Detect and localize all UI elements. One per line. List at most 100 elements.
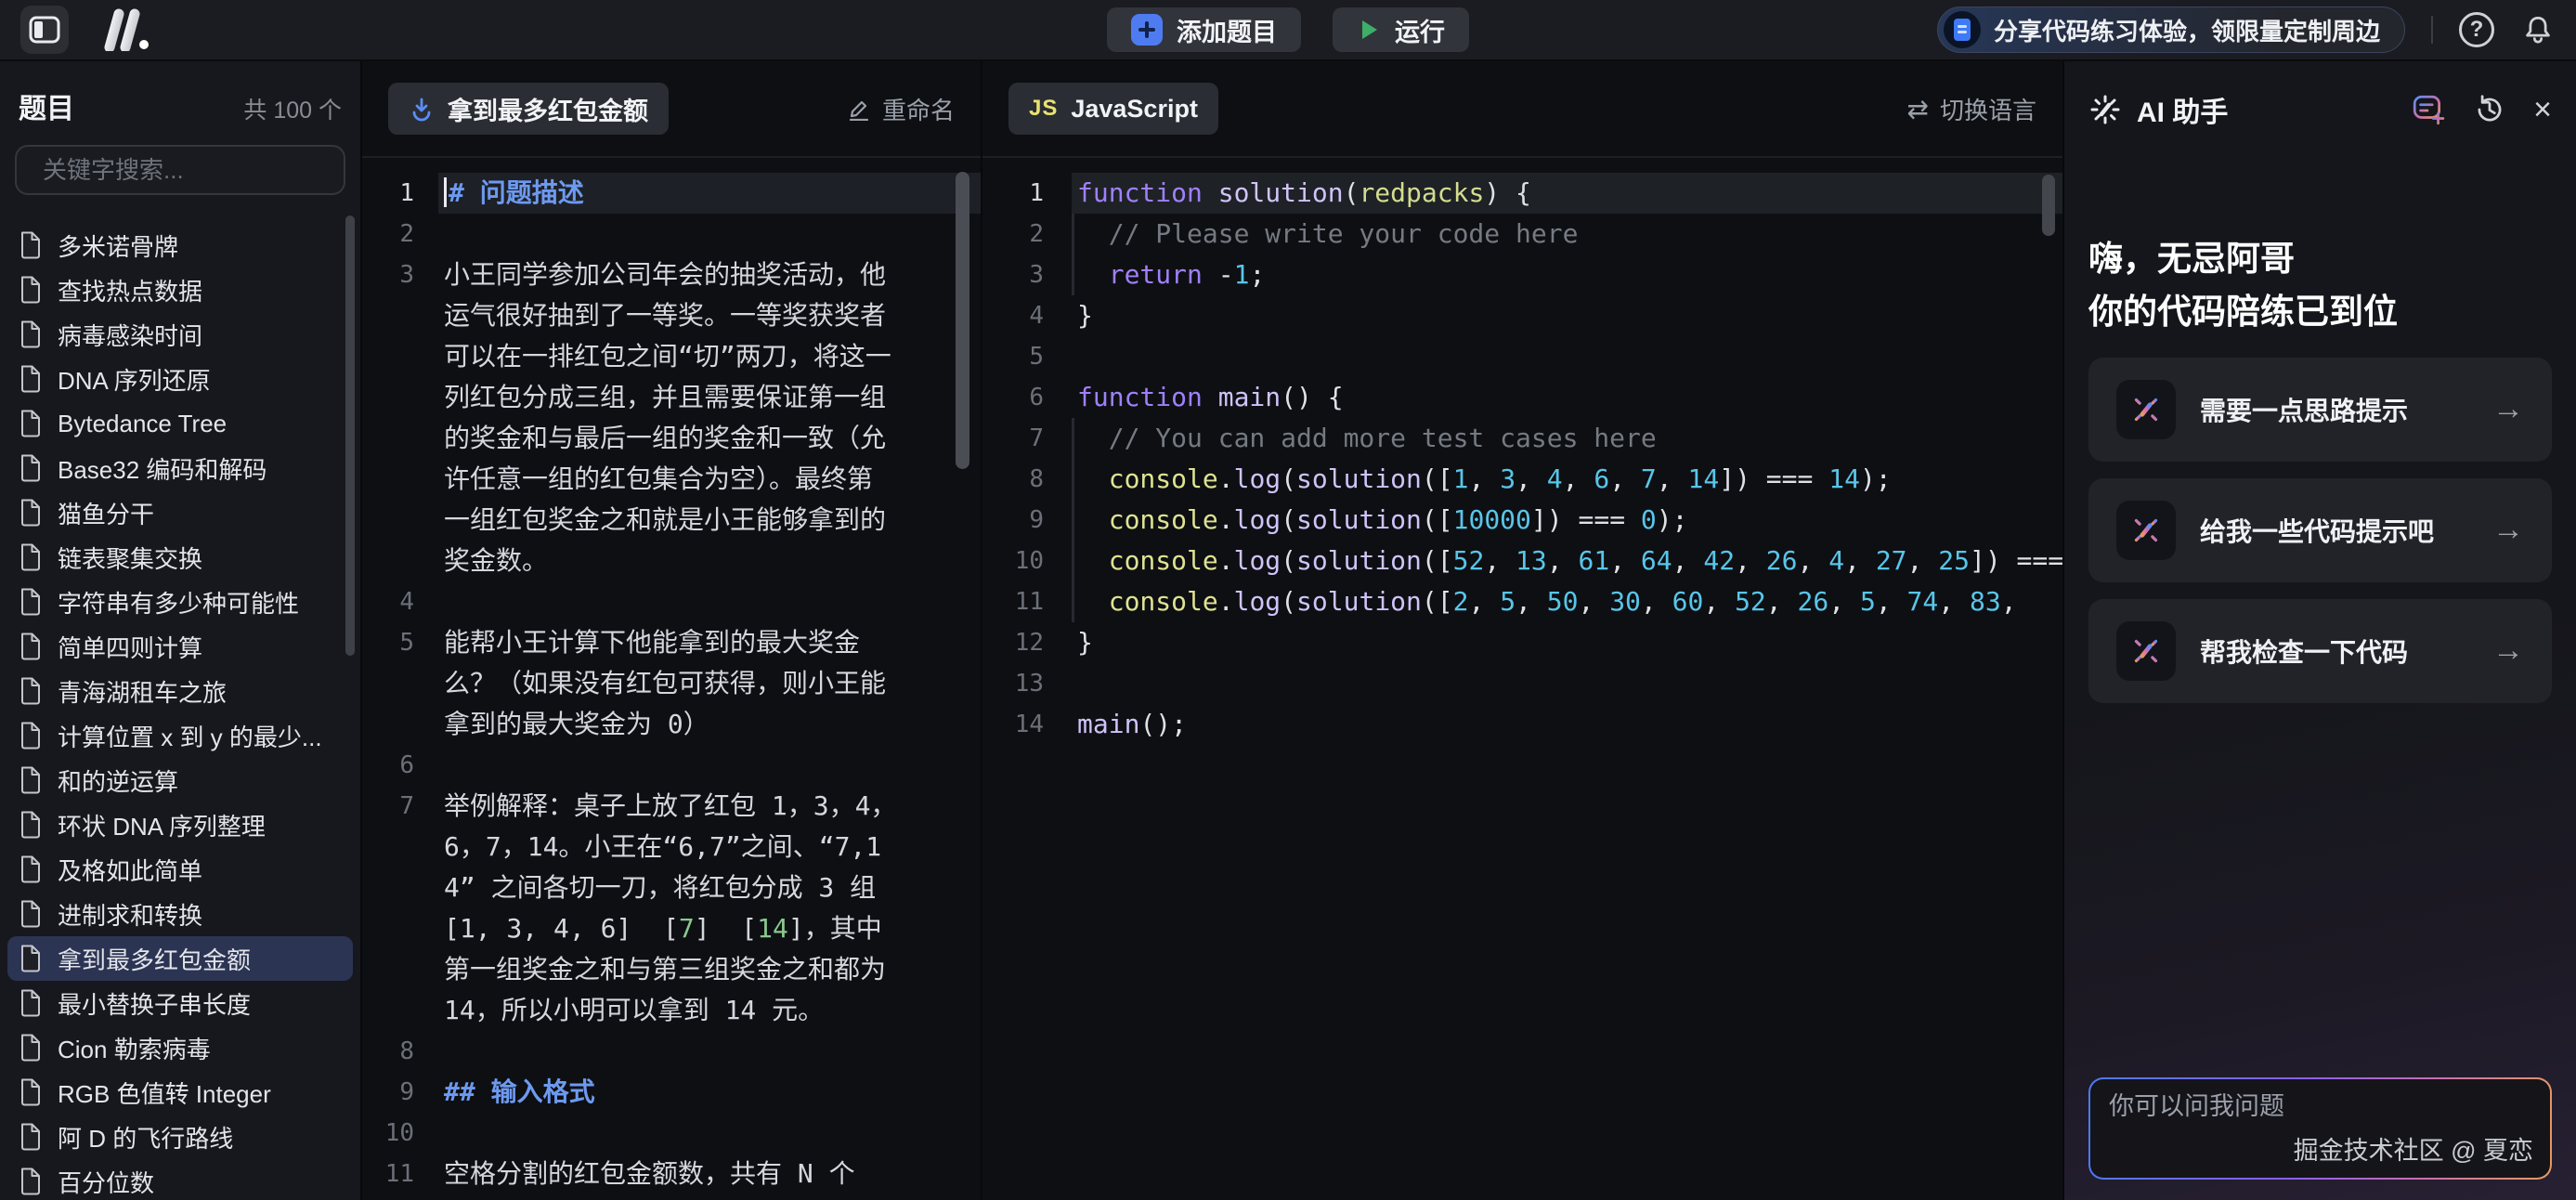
sidebar-item-label: 进制求和转换 (58, 897, 202, 932)
sidebar-item-label: Cion 勒索病毒 (58, 1031, 211, 1065)
line-number: 11 (982, 581, 1072, 622)
problem-line: 6 (362, 745, 981, 786)
sparkle-tile (2116, 501, 2176, 560)
close-icon[interactable]: × (2533, 94, 2552, 125)
arrow-right-icon: → (2492, 391, 2524, 427)
code-line-text: function solution(redpacks) { (1072, 173, 2062, 214)
sidebar-item[interactable]: 拿到最多红包金额 (7, 936, 353, 981)
problem-scrollbar[interactable] (956, 172, 969, 469)
sidebar-item[interactable]: 环状 DNA 序列整理 (7, 802, 353, 847)
sidebar-item[interactable]: 及格如此简单 (7, 847, 353, 892)
problem-tab[interactable]: 拿到最多红包金额 (388, 83, 669, 135)
line-number: 9 (982, 500, 1072, 541)
problem-line-text (438, 745, 981, 786)
sidebar-item[interactable]: 病毒感染时间 (7, 312, 353, 357)
sidebar-item-label: 青海湖租车之旅 (58, 674, 227, 709)
sidebar-item[interactable]: 最小替换子串长度 (7, 981, 353, 1025)
sidebar-item[interactable]: 青海湖租车之旅 (7, 669, 353, 713)
promo-banner[interactable]: 分享代码练习体验，领限量定制周边 (1937, 7, 2405, 53)
sidebar-item-label: 猫鱼分干 (58, 496, 154, 530)
line-number: 4 (362, 581, 438, 622)
language-tab[interactable]: JS JavaScript (1008, 83, 1218, 135)
add-problem-button[interactable]: 添加题目 (1107, 7, 1301, 52)
new-chat-icon[interactable] (2411, 92, 2446, 127)
document-icon (19, 365, 43, 393)
language-name: JavaScript (1071, 95, 1198, 124)
code-line-text: console.log(solution([2, 5, 50, 30, 60, … (1072, 581, 2062, 622)
suggestion-label: 帮我检查一下代码 (2200, 633, 2408, 670)
problem-editor[interactable]: 1# 问题描述23小王同学参加公司年会的抽奖活动，他运气很好抽到了一等奖。一等奖… (362, 158, 981, 1200)
sidebar-item[interactable]: DNA 序列还原 (7, 357, 353, 401)
history-icon[interactable] (2472, 92, 2507, 127)
sidebar-item[interactable]: 查找热点数据 (7, 267, 353, 312)
line-number: 1 (362, 173, 438, 214)
problem-line: 11空格分割的红包金额数，共有 N 个 (362, 1154, 981, 1194)
document-icon (19, 722, 43, 750)
ai-assistant-panel: AI 助手 × (2064, 61, 2576, 1200)
sidebar-scrollbar[interactable] (345, 215, 355, 656)
sparkle-tile (2116, 621, 2176, 681)
ai-input-box: 掘金技术社区 @ 夏恋 (2088, 1077, 2552, 1180)
problem-line-text (438, 581, 981, 622)
run-button[interactable]: 运行 (1333, 7, 1469, 52)
sidebar-item-label: RGB 色值转 Integer (58, 1076, 271, 1110)
sidebar-item[interactable]: Base32 编码和解码 (7, 446, 353, 490)
ai-suggestion-card[interactable]: 帮我检查一下代码 → (2088, 599, 2552, 703)
line-number: 11 (362, 1154, 438, 1194)
sidebar-item[interactable]: 和的逆运算 (7, 758, 353, 802)
sidebar-item[interactable]: RGB 色值转 Integer (7, 1070, 353, 1115)
sidebar-item[interactable]: 多米诺骨牌 (7, 223, 353, 267)
promo-banner-text: 分享代码练习体验，领限量定制周边 (1994, 13, 2380, 47)
arrow-right-icon: → (2492, 512, 2524, 548)
sidebar-item[interactable]: 进制求和转换 (7, 892, 353, 936)
sidebar-item[interactable]: Cion 勒索病毒 (7, 1025, 353, 1070)
line-number: 3 (362, 254, 438, 581)
ai-suggestion-card[interactable]: 给我一些代码提示吧 → (2088, 478, 2552, 582)
sidebar-item-label: 多米诺骨牌 (58, 228, 178, 263)
search-input[interactable] (43, 156, 354, 185)
sidebar-toggle-button[interactable] (20, 6, 69, 54)
sidebar-item[interactable]: 简单四则计算 (7, 624, 353, 669)
suggestion-label: 给我一些代码提示吧 (2200, 512, 2434, 549)
arrow-right-icon: → (2492, 633, 2524, 669)
code-line-text: console.log(solution([1, 3, 4, 6, 7, 14]… (1072, 459, 2062, 500)
text-cursor (444, 177, 447, 207)
sidebar-item[interactable]: Bytedance Tree (7, 401, 353, 446)
problem-line: 8 (362, 1031, 981, 1072)
code-line: 8 console.log(solution([1, 3, 4, 6, 7, 1… (982, 459, 2062, 500)
sparkle-tile (2116, 380, 2176, 439)
problem-line-text (438, 1194, 981, 1200)
sidebar-item[interactable]: 计算位置 x 到 y 的最少... (7, 713, 353, 758)
code-editor[interactable]: 1function solution(redpacks) {2 // Pleas… (982, 158, 2062, 1200)
code-line: 12} (982, 622, 2062, 663)
sidebar-item[interactable]: 猫鱼分干 (7, 490, 353, 535)
bell-icon[interactable] (2520, 13, 2556, 46)
code-line-text: console.log(solution([10000]) === 0); (1072, 500, 2062, 541)
code-line: 14main(); (982, 704, 2062, 745)
code-panel: JS JavaScript ⇄ 切换语言 1function solution(… (982, 61, 2064, 1200)
line-number: 7 (362, 786, 438, 1031)
download-icon (409, 96, 435, 122)
topbar-divider (2431, 16, 2433, 44)
sparkle-icon (2128, 513, 2164, 548)
sidebar-item-label: 百分位数 (58, 1165, 154, 1199)
ai-greeting-line1: 嗨，无忌阿哥 (2088, 232, 2552, 285)
rename-label: 重命名 (882, 92, 955, 126)
code-line-text: return -1; (1072, 254, 2062, 295)
ai-suggestion-card[interactable]: 需要一点思路提示→ (2088, 358, 2552, 462)
help-icon[interactable]: ? (2459, 12, 2494, 47)
play-icon (1357, 17, 1381, 43)
sidebar-item[interactable]: 链表聚集交换 (7, 535, 353, 580)
ai-question-input[interactable] (2109, 1092, 2531, 1121)
rename-button[interactable]: 重命名 (847, 92, 955, 126)
code-scrollbar[interactable] (2042, 175, 2055, 236)
sidebar-item[interactable]: 字符串有多少种可能性 (7, 580, 353, 624)
switch-language-button[interactable]: ⇄ 切换语言 (1907, 92, 2036, 126)
sidebar-item-label: 拿到最多红包金额 (58, 942, 251, 976)
sidebar-item[interactable]: 百分位数 (7, 1159, 353, 1200)
problem-tab-title: 拿到最多红包金额 (448, 91, 648, 127)
problem-line-text (438, 1031, 981, 1072)
sidebar-item[interactable]: 阿 D 的飞行路线 (7, 1115, 353, 1159)
run-label: 运行 (1395, 12, 1445, 48)
sidebar-item-label: 病毒感染时间 (58, 318, 202, 352)
